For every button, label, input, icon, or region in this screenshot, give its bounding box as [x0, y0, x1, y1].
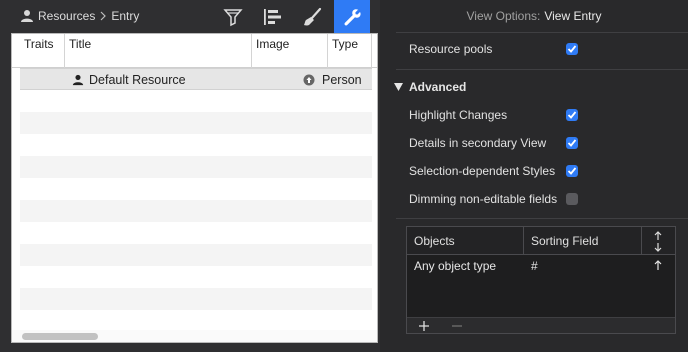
view-options-header: View Options: View Entry — [380, 9, 688, 23]
breadcrumb-current[interactable]: Entry — [111, 9, 139, 23]
checkmark-icon — [567, 139, 577, 147]
minus-icon[interactable] — [450, 319, 464, 333]
sort-table-row[interactable]: Any object type # — [407, 257, 675, 275]
sort-fields-table[interactable]: Objects Sorting Field Any object type # — [406, 226, 676, 334]
row-title: Default Resource — [89, 73, 186, 87]
table-row[interactable]: Default Resource Person — [20, 68, 372, 90]
toolbar: Resources Entry — [0, 0, 380, 33]
view-options-label: View Options: — [466, 9, 541, 23]
option-dimming: Dimming non-editable fields — [409, 190, 557, 208]
highlight-changes-checkbox[interactable] — [566, 109, 578, 121]
breadcrumb-root[interactable]: Resources — [38, 9, 95, 23]
horizontal-scrollbar[interactable] — [12, 330, 377, 342]
details-secondary-checkbox[interactable] — [566, 137, 578, 149]
filter-button[interactable] — [215, 0, 251, 33]
divider — [396, 69, 688, 70]
sort-row-field: # — [531, 259, 538, 273]
sort-row-object: Any object type — [414, 259, 497, 273]
dimming-checkbox[interactable] — [566, 193, 578, 205]
column-header-traits[interactable]: Traits — [20, 34, 65, 68]
column-header-objects[interactable]: Objects — [407, 227, 524, 255]
option-label: Resource pools — [409, 42, 493, 56]
view-options-value: View Entry — [544, 9, 602, 23]
person-icon — [72, 74, 84, 86]
chevron-right-icon — [100, 11, 107, 21]
left-pane: Resources Entry Traits Title Image Type … — [0, 0, 380, 352]
option-label: Details in secondary View — [409, 136, 547, 150]
table-header: Traits Title Image Type — [12, 34, 377, 68]
table-row-empty — [20, 266, 372, 288]
outline-icon — [264, 8, 281, 25]
column-header-title[interactable]: Title — [65, 34, 252, 68]
table-row-empty — [20, 90, 372, 112]
column-header-type[interactable]: Type — [328, 34, 372, 68]
checkmark-icon — [567, 111, 577, 119]
plus-icon[interactable] — [417, 319, 431, 333]
option-label: Selection-dependent Styles — [409, 164, 556, 178]
circle-arrow-icon[interactable] — [303, 74, 315, 86]
resource-pools-checkbox[interactable] — [566, 43, 578, 55]
breadcrumb: Resources Entry — [20, 8, 139, 24]
selection-styles-checkbox[interactable] — [566, 165, 578, 177]
scrollbar-thumb[interactable] — [22, 333, 98, 340]
wrench-icon — [344, 8, 361, 26]
table-row-empty — [20, 310, 372, 332]
divider — [396, 218, 688, 219]
column-header-sorting-field[interactable]: Sorting Field — [524, 227, 642, 255]
wrench-button[interactable] — [334, 0, 370, 33]
divider — [396, 32, 688, 33]
outline-button[interactable] — [254, 0, 290, 33]
person-icon — [21, 10, 33, 22]
option-label: Highlight Changes — [409, 108, 508, 122]
table-row-empty — [20, 156, 372, 178]
table-row-empty — [20, 178, 372, 200]
checkmark-icon — [567, 167, 577, 175]
table-row-empty — [20, 222, 372, 244]
brush-icon — [304, 7, 322, 25]
option-selection-styles: Selection-dependent Styles — [409, 162, 555, 180]
column-header-image[interactable]: Image — [252, 34, 328, 68]
advanced-label: Advanced — [409, 80, 467, 94]
sort-table-header: Objects Sorting Field — [407, 227, 675, 255]
table-row-empty — [20, 200, 372, 222]
row-title-cell: Default Resource — [72, 73, 186, 87]
up-down-arrows-icon[interactable] — [652, 231, 664, 252]
resource-outline-table[interactable]: Traits Title Image Type Default Resource — [11, 33, 378, 343]
advanced-section-header[interactable]: Advanced — [394, 80, 466, 94]
checkmark-icon — [567, 45, 577, 53]
table-row-empty — [20, 134, 372, 156]
option-resource-pools: Resource pools — [409, 40, 492, 58]
option-highlight-changes: Highlight Changes — [409, 106, 507, 124]
table-row-empty — [20, 112, 372, 134]
disclosure-triangle-icon — [394, 83, 403, 91]
row-type: Person — [322, 73, 362, 87]
filter-icon — [223, 8, 243, 26]
table-row-empty — [20, 288, 372, 310]
table-row-empty — [20, 244, 372, 266]
table-body: Default Resource Person — [20, 68, 372, 328]
sort-table-footer — [407, 317, 675, 333]
option-details-secondary: Details in secondary View — [409, 134, 546, 152]
option-label: Dimming non-editable fields — [409, 192, 558, 206]
brush-button[interactable] — [294, 0, 330, 33]
up-arrow-icon[interactable] — [654, 260, 662, 270]
